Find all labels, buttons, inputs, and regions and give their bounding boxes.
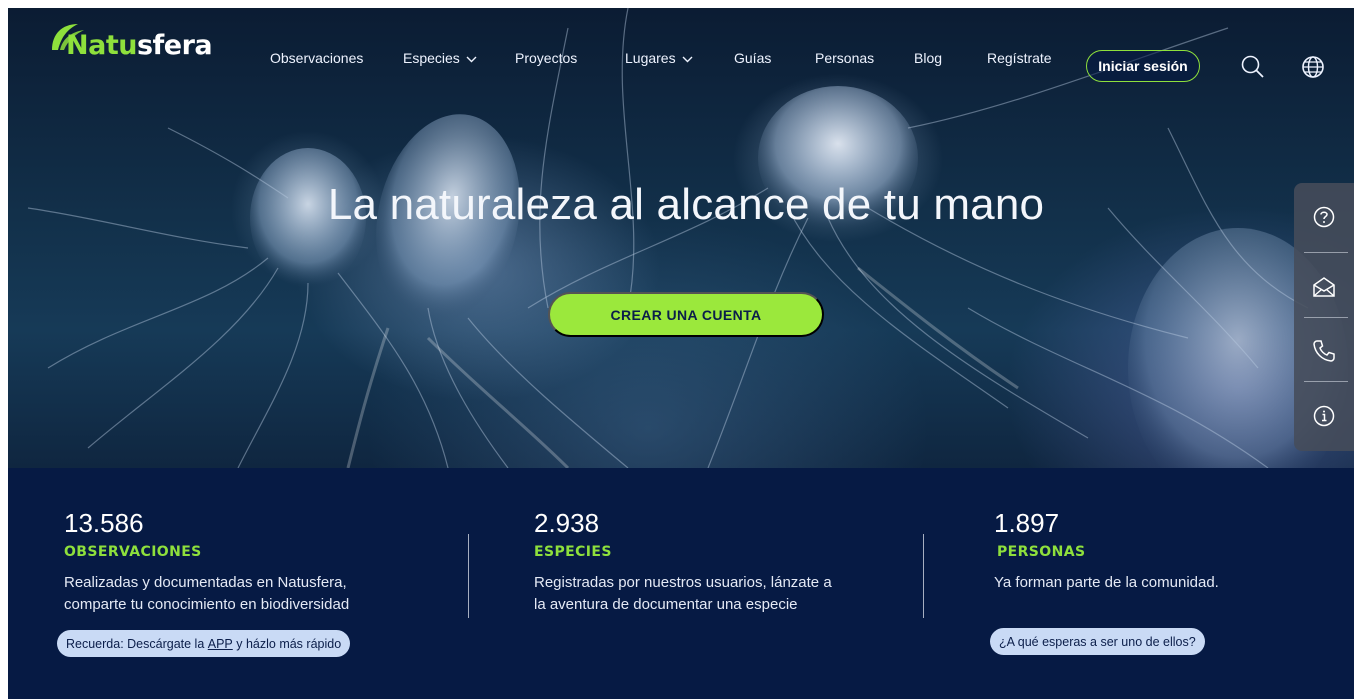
nav-item-label: Personas <box>815 50 875 66</box>
pill-text: Recuerda: Descárgate la <box>66 636 208 651</box>
stat-description-line: Registradas por nuestros usuarios, lánza… <box>534 574 832 591</box>
top-navigation: Natusfera Observaciones Especies Proyect… <box>8 8 1354 84</box>
stat-value: 2.938 <box>534 508 600 538</box>
nav-item-label: Regístrate <box>987 50 1052 66</box>
nav-item-label: Lugares <box>625 50 676 66</box>
stat-description-line: Ya forman parte de la comunidad. <box>994 574 1219 591</box>
hero-title: La naturaleza al alcance de tu mano <box>327 180 1045 229</box>
stat-description: Realizadas y documentadas en Natusfera, … <box>64 572 349 616</box>
nav-item-label: Blog <box>914 50 943 66</box>
app-link[interactable]: APP <box>208 637 233 651</box>
search-icon[interactable] <box>1240 54 1266 80</box>
stat-label: PERSONAS <box>997 544 1086 560</box>
page-frame: Natusfera Observaciones Especies Proyect… <box>8 8 1354 699</box>
stat-description-line: Realizadas y documentadas en Natusfera, <box>64 574 347 591</box>
pill-text: y házlo más rápido <box>232 636 342 651</box>
chevron-down-icon <box>466 56 477 63</box>
side-divider <box>1304 381 1348 382</box>
info-icon <box>1313 405 1335 427</box>
create-account-button[interactable]: CREAR UNA CUENTA <box>548 292 824 337</box>
nav-item-label: Observaciones <box>270 50 364 66</box>
mail-icon <box>1313 277 1335 297</box>
nav-item-label: Especies <box>403 50 460 66</box>
side-contact-panel <box>1294 183 1354 451</box>
join-community-pill[interactable]: ¿A qué esperas a ser uno de ellos? <box>990 628 1205 655</box>
stat-label: ESPECIES <box>534 544 612 560</box>
nav-item-label: Proyectos <box>515 50 578 66</box>
help-button[interactable] <box>1294 187 1354 247</box>
stat-label: OBSERVACIONES <box>64 544 202 560</box>
stat-description-line: la aventura de documentar una especie <box>534 596 798 613</box>
brand-name-part2: sfera <box>136 30 213 61</box>
help-icon <box>1313 206 1335 228</box>
brand-logo[interactable]: Natusfera <box>48 24 213 66</box>
stat-description: Ya forman parte de la comunidad. <box>994 572 1219 594</box>
stat-description: Registradas por nuestros usuarios, lánza… <box>534 572 832 616</box>
side-divider <box>1304 252 1348 253</box>
nav-item-observaciones[interactable]: Observaciones <box>270 50 363 66</box>
stats-divider <box>468 534 469 618</box>
chevron-down-icon <box>682 56 693 63</box>
side-divider <box>1304 317 1348 318</box>
nav-item-label: Guías <box>734 50 772 66</box>
info-button[interactable] <box>1294 386 1354 446</box>
nav-item-personas[interactable]: Personas <box>815 50 874 66</box>
download-app-pill[interactable]: Recuerda: Descárgate la APP y házlo más … <box>57 630 351 657</box>
leaf-logo-icon <box>52 24 84 50</box>
phone-button[interactable] <box>1294 321 1354 381</box>
nav-item-lugares[interactable]: Lugares <box>625 50 693 66</box>
phone-icon <box>1313 340 1335 362</box>
globe-icon[interactable] <box>1300 54 1326 80</box>
nav-item-registrate[interactable]: Regístrate <box>987 50 1052 66</box>
hero-section: Natusfera Observaciones Especies Proyect… <box>8 8 1354 468</box>
stats-divider <box>923 534 924 618</box>
nav-item-blog[interactable]: Blog <box>914 50 942 66</box>
nav-item-guias[interactable]: Guías <box>734 50 771 66</box>
stat-value: 13.586 <box>64 508 144 538</box>
stat-value: 1.897 <box>994 508 1060 538</box>
nav-item-especies[interactable]: Especies <box>403 50 477 66</box>
nav-item-proyectos[interactable]: Proyectos <box>515 50 577 66</box>
stats-section: 13.586 OBSERVACIONES Realizadas y docume… <box>8 468 1354 699</box>
stat-description-line: comparte tu conocimiento en biodiversida… <box>64 596 350 613</box>
login-button[interactable]: Iniciar sesión <box>1086 50 1200 82</box>
mail-button[interactable] <box>1294 257 1354 317</box>
